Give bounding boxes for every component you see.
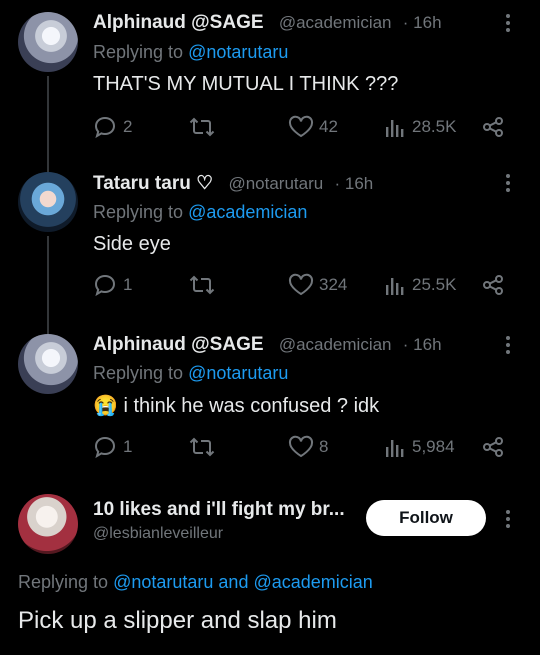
views-icon [386,278,404,295]
like-count: 8 [319,437,329,456]
user-handle[interactable]: @academician [279,335,392,354]
replying-to-prefix: Replying to [93,42,184,62]
timestamp[interactable]: · 16h [403,13,442,32]
more-options-icon[interactable] [506,510,510,531]
reply-button[interactable]: 2 [93,114,132,140]
more-options-icon[interactable] [506,174,510,195]
reply-icon [94,116,116,139]
reply-count: 2 [123,117,133,136]
more-options-icon[interactable] [506,336,510,357]
reply-button[interactable]: 1 [93,434,132,460]
views-button[interactable]: 28.5K [385,114,456,140]
replying-to: Replying to @notarutaru [93,42,288,63]
share-icon [483,275,503,295]
heart-icon [288,435,314,458]
replying-to-link[interactable]: @notarutaru [188,363,288,383]
avatar[interactable] [18,172,78,232]
view-count: 5,984 [412,437,455,456]
reply-icon [94,436,116,459]
share-button[interactable] [481,272,505,298]
share-icon [483,117,503,137]
replying-to-link[interactable]: @academician [188,202,307,222]
heart-icon [288,273,314,296]
like-count: 324 [319,275,348,294]
like-button[interactable]: 42 [288,114,338,140]
replying-to-link[interactable]: @notarutaru [113,572,213,592]
avatar[interactable] [18,334,78,394]
tweet-actions: 1 324 25.5K [93,272,505,298]
display-name[interactable]: Alphinaud @SAGE [93,334,264,355]
tweet-header: Tataru taru ♡ @notarutaru · 16h [93,172,373,195]
tweet-text-line: 😭 i think he was confused ? idk [93,393,379,418]
tweet-text: Side eye [93,233,171,255]
follow-button[interactable]: Follow [366,500,486,536]
replying-to: Replying to @notarutaru [93,363,288,384]
tweet[interactable]: Tataru taru ♡ @notarutaru · 16h Replying… [0,172,540,322]
tweet[interactable]: Alphinaud @SAGE @academician · 16h Reply… [0,12,540,162]
user-handle[interactable]: @lesbianleveilleur [93,525,223,543]
retweet-icon [189,437,215,457]
views-icon [386,440,404,457]
display-name[interactable]: Tataru taru ♡ [93,173,213,194]
timestamp[interactable]: · 16h [403,335,442,354]
retweet-icon [189,275,215,295]
share-button[interactable] [481,114,505,140]
tweet-actions: 1 8 5,984 [93,434,505,460]
tweet[interactable]: Alphinaud @SAGE @academician · 16h Reply… [0,334,540,484]
reply-count: 1 [123,275,133,294]
avatar[interactable] [18,494,78,554]
user-handle[interactable]: @notarutaru [228,174,323,193]
avatar[interactable] [18,12,78,72]
retweet-button[interactable] [189,114,215,140]
heart-icon [288,115,314,138]
like-button[interactable]: 8 [288,434,328,460]
like-button[interactable]: 324 [288,272,347,298]
timestamp[interactable]: · 16h [334,174,373,193]
reply-icon [94,274,116,297]
tweet-actions: 2 42 28.5K [93,114,505,140]
replying-to-link[interactable]: @notarutaru [188,42,288,62]
share-button[interactable] [481,434,505,460]
view-count: 25.5K [412,275,457,294]
tweet-text: Pick up a slipper and slap him [18,607,337,634]
views-icon [386,120,404,137]
replying-to-link[interactable]: @academician [253,572,372,592]
replying-to-and: and [218,572,249,592]
views-button[interactable]: 25.5K [385,272,456,298]
like-count: 42 [319,117,338,136]
tweet-text: THAT'S MY MUTUAL I THINK ??? [93,73,399,95]
crying-emoji: 😭 [93,395,118,417]
view-count: 28.5K [412,117,457,136]
reply-button[interactable]: 1 [93,272,132,298]
user-handle[interactable]: @academician [279,13,392,32]
retweet-button[interactable] [189,272,215,298]
replying-to-prefix: Replying to [93,363,184,383]
views-button[interactable]: 5,984 [385,434,455,460]
tweet-header: Alphinaud @SAGE @academician · 16h [93,334,442,356]
replying-to-prefix: Replying to [93,202,184,222]
display-name[interactable]: 10 likes and i'll fight my br... [93,499,345,521]
more-options-icon[interactable] [506,14,510,35]
tweet-text: i think he was confused ? idk [123,395,380,417]
replying-to: Replying to @notarutaru and @academician [18,572,373,593]
reply-count: 1 [123,437,133,456]
replying-to-prefix: Replying to [18,572,109,592]
replying-to: Replying to @academician [93,202,307,223]
tweet-header: Alphinaud @SAGE @academician · 16h [93,12,442,34]
retweet-button[interactable] [189,434,215,460]
retweet-icon [189,117,215,137]
share-icon [483,437,503,457]
main-tweet[interactable]: 10 likes and i'll fight my br... @lesbia… [0,494,540,655]
display-name[interactable]: Alphinaud @SAGE [93,12,264,33]
